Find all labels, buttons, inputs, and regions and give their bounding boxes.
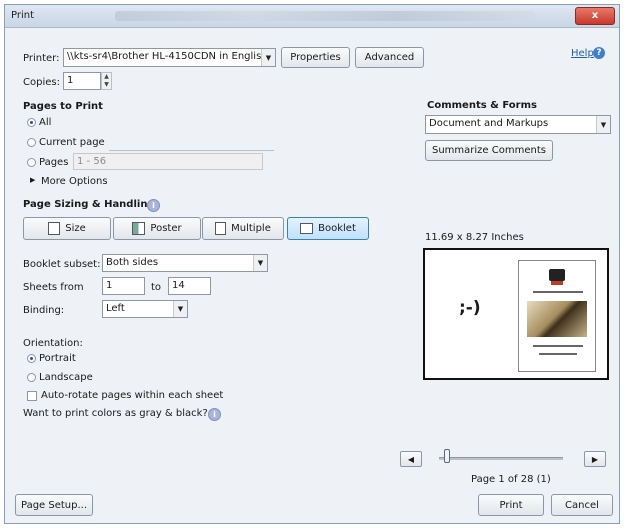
booklet-label: Booklet (318, 223, 356, 234)
pages-radio[interactable] (27, 158, 36, 167)
logo-image (549, 269, 565, 281)
pages-to-print-heading: Pages to Print (23, 101, 103, 112)
portrait-label: Portrait (39, 353, 76, 364)
current-page-label: Current page (39, 137, 105, 148)
all-label: All (39, 117, 52, 128)
close-button[interactable]: x (575, 7, 615, 25)
landscape-label: Landscape (39, 372, 93, 383)
preview-left-content: ;-) (459, 298, 481, 318)
print-button[interactable]: Print (478, 494, 544, 516)
page-slider-thumb[interactable] (443, 449, 450, 463)
chevron-down-icon: ▼ (173, 301, 187, 317)
copies-spinner[interactable]: ▲ ▼ (101, 72, 112, 90)
comments-value: Document and Markups (429, 118, 549, 129)
info-icon[interactable]: i (208, 408, 221, 421)
all-radio[interactable] (27, 118, 36, 127)
portrait-radio[interactable] (27, 354, 36, 363)
booklet-icon (300, 223, 314, 234)
autorotate-checkbox[interactable] (27, 391, 37, 401)
logo-accent (551, 281, 563, 285)
window-title: Print (11, 10, 35, 21)
sheets-from-value: 1 (106, 280, 113, 291)
print-dialog: Print x Printer: \\kts-sr4\Brother HL-41… (4, 4, 620, 524)
comments-forms-heading: Comments & Forms (427, 100, 537, 111)
pages-range-input[interactable]: 1 - 56 (73, 153, 263, 170)
help-link[interactable]: Help (571, 48, 594, 59)
chevron-down-icon: ▼ (261, 49, 275, 66)
blurred-background (115, 11, 535, 21)
more-options-link[interactable]: More Options (41, 176, 108, 187)
printer-select[interactable]: \\kts-sr4\Brother HL-4150CDN in English … (63, 48, 276, 67)
copies-value: 1 (67, 75, 74, 86)
page-slider-track[interactable] (439, 457, 563, 460)
booklet-subset-label: Booklet subset: (23, 259, 101, 270)
page-sizing-heading: Page Sizing & Handling (23, 199, 155, 210)
book-photo (527, 301, 587, 337)
page-text-line (539, 353, 577, 355)
previous-page-button[interactable]: ◀ (400, 451, 422, 467)
copies-label: Copies: (23, 77, 60, 88)
sheets-from-input[interactable]: 1 (102, 277, 145, 295)
copies-input[interactable]: 1 (63, 72, 101, 90)
preview-size-label: 11.69 x 8.27 Inches (425, 232, 524, 243)
preview-right-page (518, 260, 596, 372)
comments-select[interactable]: Document and Markups ▼ (425, 115, 611, 134)
binding-value: Left (106, 303, 125, 314)
printer-value: \\kts-sr4\Brother HL-4150CDN in English … (67, 51, 276, 62)
gray-question-text: Want to print colors as gray & black? (23, 408, 208, 419)
size-icon (48, 222, 61, 235)
page-text-line (533, 345, 583, 347)
printer-label: Printer: (23, 53, 60, 64)
page-text-line (533, 291, 583, 293)
divider (109, 150, 274, 151)
help-icon[interactable]: ? (593, 47, 605, 59)
page-setup-button[interactable]: Page Setup... (15, 494, 93, 516)
advanced-button[interactable]: Advanced (355, 47, 424, 68)
autorotate-label: Auto-rotate pages within each sheet (41, 390, 224, 401)
booklet-subset-value: Both sides (106, 257, 159, 268)
to-label: to (151, 282, 162, 293)
binding-label: Binding: (23, 305, 65, 316)
multiple-icon (215, 222, 227, 235)
cancel-button[interactable]: Cancel (551, 494, 613, 516)
sheets-to-input[interactable]: 14 (168, 277, 211, 295)
summarize-comments-button[interactable]: Summarize Comments (425, 140, 553, 161)
chevron-down-icon: ▼ (253, 255, 267, 271)
multiple-button[interactable]: Multiple (202, 217, 284, 240)
poster-icon (132, 222, 146, 235)
poster-button[interactable]: Poster (113, 217, 201, 240)
sheets-from-label: Sheets from (23, 282, 84, 293)
multiple-label: Multiple (231, 223, 271, 234)
landscape-radio[interactable] (27, 373, 36, 382)
current-page-radio[interactable] (27, 138, 36, 147)
size-label: Size (65, 223, 86, 234)
chevron-down-icon: ▼ (596, 116, 610, 133)
booklet-button[interactable]: Booklet (287, 217, 369, 240)
sheets-to-value: 14 (172, 280, 185, 291)
info-icon[interactable]: i (147, 199, 160, 212)
orientation-heading: Orientation: (23, 338, 83, 349)
pages-label: Pages (39, 157, 69, 168)
size-button[interactable]: Size (23, 217, 111, 240)
pages-range-value: 1 - 56 (77, 156, 107, 167)
booklet-subset-select[interactable]: Both sides ▼ (102, 254, 268, 272)
page-indicator: Page 1 of 28 (1) (471, 474, 551, 485)
print-preview: ;-) (423, 248, 609, 380)
expand-triangle-icon[interactable]: ▶ (30, 176, 35, 184)
properties-button[interactable]: Properties (281, 47, 350, 68)
binding-select[interactable]: Left ▼ (102, 300, 188, 318)
next-page-button[interactable]: ▶ (584, 451, 606, 467)
poster-label: Poster (150, 223, 182, 234)
title-bar: Print x (5, 5, 619, 28)
